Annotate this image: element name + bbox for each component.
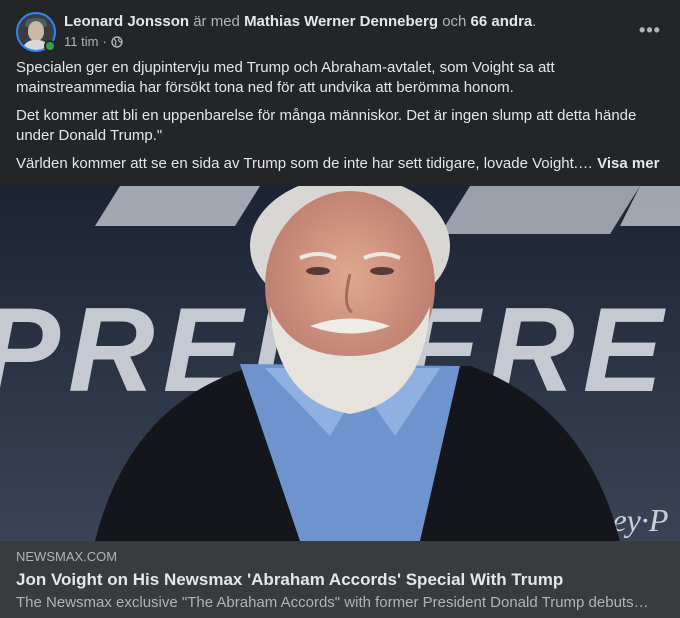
post-paragraph-last: Världen kommer att se en sida av Trump s…: [16, 154, 666, 174]
post-text: Specialen ger en djupintervju med Trump …: [16, 58, 666, 182]
post-paragraph-text: Världen kommer att se en sida av Trump s…: [16, 155, 593, 172]
link-preview[interactable]: NEWSMAX.COM Jon Voight on His Newsmax 'A…: [0, 541, 680, 618]
more-options-button[interactable]: •••: [636, 16, 664, 44]
period-text: .: [532, 13, 537, 30]
with-text: är med: [193, 13, 240, 30]
post-header: Leonard Jonsson är med Mathias Werner De…: [16, 12, 664, 52]
post-title-line: Leonard Jonsson är med Mathias Werner De…: [64, 12, 536, 32]
others-link[interactable]: 66 andra: [471, 13, 533, 30]
timestamp-link[interactable]: 11 tim: [64, 34, 98, 50]
author-avatar[interactable]: [16, 12, 56, 52]
globe-icon[interactable]: [111, 36, 123, 48]
post-paragraph: Det kommer att bli en uppenbarelse för m…: [16, 107, 637, 144]
post-image[interactable]: PREMIERE Disney·P: [0, 186, 680, 541]
tagged-person-link[interactable]: Mathias Werner Denneberg: [244, 13, 438, 30]
link-description: The Newsmax exclusive "The Abraham Accor…: [16, 594, 649, 611]
meta-separator: ·: [102, 34, 107, 49]
online-status-indicator: [44, 40, 56, 52]
and-text: och: [442, 13, 467, 30]
photo-illustration: PREMIERE Disney·P: [0, 186, 680, 541]
post-meta: 11 tim ·: [64, 34, 123, 50]
link-domain: NEWSMAX.COM: [16, 549, 118, 564]
link-title[interactable]: Jon Voight on His Newsmax 'Abraham Accor…: [16, 569, 664, 591]
see-more-link[interactable]: Visa mer: [597, 155, 659, 172]
author-name-link[interactable]: Leonard Jonsson: [64, 13, 189, 30]
post-paragraph: Specialen ger en djupintervju med Trump …: [16, 59, 555, 96]
